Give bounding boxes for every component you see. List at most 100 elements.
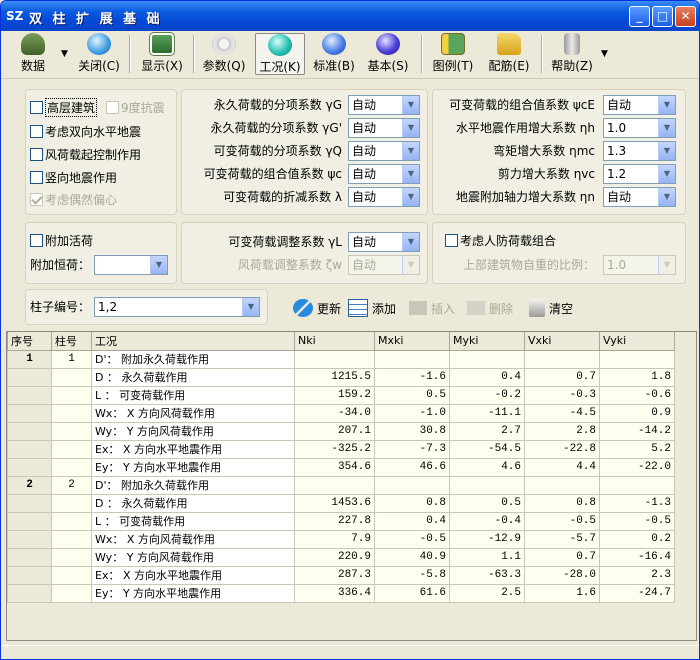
column-id-cell[interactable] xyxy=(51,529,92,549)
value-cell[interactable]: -0.5 xyxy=(374,529,450,549)
value-cell[interactable]: 4.6 xyxy=(449,457,525,477)
column-header[interactable]: Myki xyxy=(449,332,525,351)
value-cell[interactable] xyxy=(449,349,525,369)
value-cell[interactable]: 0.2 xyxy=(599,529,675,549)
help-dropdown-arrow[interactable]: ▼ xyxy=(601,49,608,59)
eta-h-select[interactable]: 1.0 ▼ xyxy=(603,118,676,138)
load-case-cell[interactable]: L ： 可变荷载作用 xyxy=(91,385,295,405)
value-cell[interactable]: 1.6 xyxy=(524,583,600,603)
row-number-cell[interactable] xyxy=(7,583,52,603)
value-cell[interactable]: -0.6 xyxy=(599,385,675,405)
value-cell[interactable]: -11.1 xyxy=(449,403,525,423)
row-number-cell[interactable] xyxy=(7,493,52,513)
load-case-cell[interactable]: Ex： X 方向水平地震作用 xyxy=(91,439,295,459)
value-cell[interactable]: 7.9 xyxy=(294,529,375,549)
value-cell[interactable] xyxy=(449,475,525,495)
value-cell[interactable]: -1.0 xyxy=(374,403,450,423)
row-number-cell[interactable] xyxy=(7,439,52,459)
value-cell[interactable]: 0.7 xyxy=(524,547,600,567)
value-cell[interactable]: -63.3 xyxy=(449,565,525,585)
value-cell[interactable] xyxy=(374,349,450,369)
value-cell[interactable]: 2.3 xyxy=(599,565,675,585)
table-row[interactable]: Ex： X 方向水平地震作用 287.3 -5.8 -63.3 -28.0 2.3 xyxy=(7,565,675,585)
value-cell[interactable] xyxy=(524,475,600,495)
gamma-l-select[interactable]: 自动 ▼ xyxy=(348,232,420,252)
additional-live-checkbox[interactable]: 附加活荷 xyxy=(30,230,93,250)
value-cell[interactable]: 227.8 xyxy=(294,511,375,531)
value-cell[interactable]: -1.3 xyxy=(599,493,675,513)
table-row[interactable]: D ： 永久荷载作用 1215.5 -1.6 0.4 0.7 1.8 xyxy=(7,367,675,387)
value-cell[interactable]: -16.4 xyxy=(599,547,675,567)
value-cell[interactable]: 0.5 xyxy=(374,385,450,405)
column-id-cell[interactable]: 1 xyxy=(51,349,92,369)
column-header[interactable]: Vxki xyxy=(524,332,600,351)
table-row[interactable]: Ey： Y 方向水平地震作用 336.4 61.6 2.5 1.6 -24.7 xyxy=(7,583,675,603)
value-cell[interactable]: 46.6 xyxy=(374,457,450,477)
value-cell[interactable] xyxy=(294,349,375,369)
value-cell[interactable]: -4.5 xyxy=(524,403,600,423)
table-row[interactable]: D ： 永久荷载作用 1453.6 0.8 0.5 0.8 -1.3 xyxy=(7,493,675,513)
column-header[interactable]: 工况 xyxy=(91,332,295,351)
load-case-cell[interactable]: Wx： X 方向风荷载作用 xyxy=(91,403,295,423)
load-case-cell[interactable]: Wy： Y 方向风荷载作用 xyxy=(91,421,295,441)
column-id-cell[interactable] xyxy=(51,583,92,603)
table-row[interactable]: Wx： X 方向风荷载作用 -34.0 -1.0 -11.1 -4.5 0.9 xyxy=(7,403,675,423)
column-header[interactable]: 柱号 xyxy=(51,332,92,351)
table-row[interactable]: 2 2 D'： 附加永久荷载作用 xyxy=(7,475,675,495)
gamma-q-select[interactable]: 自动 ▼ xyxy=(348,141,420,161)
value-cell[interactable]: -325.2 xyxy=(294,439,375,459)
minimize-button[interactable]: _ xyxy=(629,6,650,27)
table-row[interactable]: Ex： X 方向水平地震作用 -325.2 -7.3 -54.5 -22.8 5.2 xyxy=(7,439,675,459)
column-id-cell[interactable]: 2 xyxy=(51,475,92,495)
row-number-cell[interactable] xyxy=(7,529,52,549)
update-button[interactable]: 更新 xyxy=(293,297,341,319)
value-cell[interactable]: 2.5 xyxy=(449,583,525,603)
value-cell[interactable]: 1.8 xyxy=(599,367,675,387)
civil-defense-checkbox[interactable]: 考虑人防荷载组合 xyxy=(445,230,556,250)
value-cell[interactable]: 40.9 xyxy=(374,547,450,567)
wind-control-checkbox[interactable]: 风荷载起控制作用 xyxy=(30,144,141,164)
column-id-cell[interactable] xyxy=(51,457,92,477)
value-cell[interactable]: -14.2 xyxy=(599,421,675,441)
toolbar-basic-button[interactable]: 基本(S) xyxy=(365,33,411,75)
column-id-cell[interactable] xyxy=(51,493,92,513)
value-cell[interactable]: -0.4 xyxy=(449,511,525,531)
data-dropdown-arrow[interactable]: ▼ xyxy=(61,49,68,59)
value-cell[interactable]: 336.4 xyxy=(294,583,375,603)
value-cell[interactable]: 5.2 xyxy=(599,439,675,459)
value-cell[interactable]: 0.4 xyxy=(374,511,450,531)
column-header[interactable]: Vyki xyxy=(599,332,675,351)
value-cell[interactable] xyxy=(599,349,675,369)
psi-ce-select[interactable]: 自动 ▼ xyxy=(603,95,676,115)
toolbar-legend-button[interactable]: 图例(T) xyxy=(429,33,477,75)
row-number-cell[interactable] xyxy=(7,367,52,387)
value-cell[interactable]: -0.5 xyxy=(599,511,675,531)
add-button[interactable]: 添加 xyxy=(348,297,396,319)
toolbar-params-button[interactable]: 参数(Q) xyxy=(201,33,247,75)
lambda-select[interactable]: 自动 ▼ xyxy=(348,187,420,207)
row-number-cell[interactable] xyxy=(7,421,52,441)
row-number-cell[interactable] xyxy=(7,547,52,567)
value-cell[interactable]: 0.4 xyxy=(449,367,525,387)
value-cell[interactable]: -22.0 xyxy=(599,457,675,477)
value-cell[interactable] xyxy=(374,475,450,495)
load-case-cell[interactable]: Ex： X 方向水平地震作用 xyxy=(91,565,295,585)
value-cell[interactable]: 0.9 xyxy=(599,403,675,423)
column-id-cell[interactable] xyxy=(51,511,92,531)
value-cell[interactable]: 220.9 xyxy=(294,547,375,567)
row-number-cell[interactable] xyxy=(7,457,52,477)
value-cell[interactable]: -5.7 xyxy=(524,529,600,549)
value-cell[interactable]: 2.7 xyxy=(449,421,525,441)
maximize-button[interactable]: □ xyxy=(652,6,673,27)
value-cell[interactable]: 0.8 xyxy=(524,493,600,513)
load-case-cell[interactable]: Wx： X 方向风荷载作用 xyxy=(91,529,295,549)
tall-building-checkbox[interactable]: 高层建筑 xyxy=(30,97,98,117)
column-id-cell[interactable] xyxy=(51,439,92,459)
value-cell[interactable]: 2.8 xyxy=(524,421,600,441)
table-row[interactable]: Wy： Y 方向风荷载作用 220.9 40.9 1.1 0.7 -16.4 xyxy=(7,547,675,567)
value-cell[interactable]: 354.6 xyxy=(294,457,375,477)
eta-n-select[interactable]: 自动 ▼ xyxy=(603,187,676,207)
value-cell[interactable]: -0.5 xyxy=(524,511,600,531)
toolbar-loadcase-button[interactable]: 工况(K) xyxy=(255,33,305,75)
load-case-cell[interactable]: D ： 永久荷载作用 xyxy=(91,367,295,387)
